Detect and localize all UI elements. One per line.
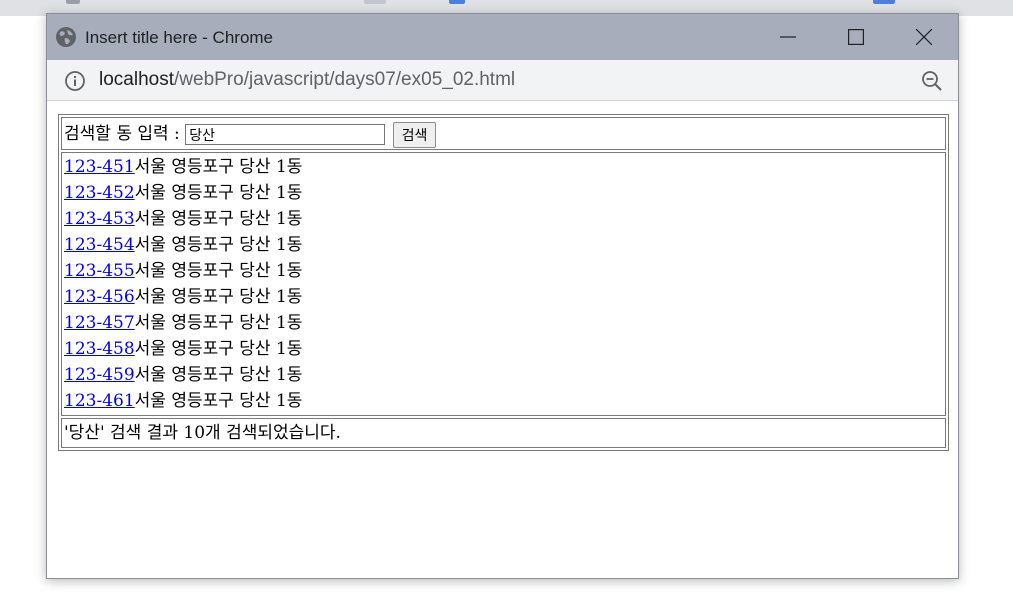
address-bar[interactable]: localhost/webPro/javascript/days07/ex05_… [47, 60, 958, 101]
taskbar-edge [364, 0, 386, 4]
search-cell: 검색할 동 입력 : 검색 [61, 117, 946, 150]
title-bar[interactable]: Insert title here - Chrome [47, 14, 958, 60]
result-row: 123-454서울 영등포구 당산 1동 [64, 232, 943, 258]
zipcode-link[interactable]: 123-455 [64, 261, 135, 281]
close-icon [916, 29, 932, 45]
address-text: 서울 영등포구 당산 1동 [134, 364, 303, 385]
result-row: 123-453서울 영등포구 당산 1동 [64, 206, 943, 232]
results-list: 123-451서울 영등포구 당산 1동 123-452서울 영등포구 당산 1동… [64, 154, 943, 414]
result-status: '당산' 검색 결과 10개 검색되었습니다. [61, 417, 946, 448]
zipcode-link[interactable]: 123-451 [64, 157, 135, 177]
taskbar-edge [66, 0, 80, 4]
address-text: 서울 영등포구 당산 1동 [134, 312, 303, 333]
zipcode-link[interactable]: 123-458 [64, 339, 135, 359]
result-row: 123-461서울 영등포구 당산 1동 [64, 388, 943, 414]
result-row: 123-456서울 영등포구 당산 1동 [64, 284, 943, 310]
address-text: 서울 영등포구 당산 1동 [134, 208, 303, 229]
url-path: /webPro/javascript/days07/ex05_02.html [174, 69, 516, 90]
window-title: Insert title here - Chrome [85, 28, 274, 47]
zipcode-link[interactable]: 123-452 [64, 183, 135, 203]
result-row: 123-457서울 영등포구 당산 1동 [64, 310, 943, 336]
search-button[interactable]: 검색 [392, 121, 437, 148]
address-text: 서울 영등포구 당산 1동 [134, 338, 303, 359]
result-row: 123-459서울 영등포구 당산 1동 [64, 362, 943, 388]
taskbar-edge [873, 0, 895, 4]
zipcode-link[interactable]: 123-457 [64, 313, 135, 333]
url-text[interactable]: localhost/webPro/javascript/days07/ex05_… [99, 69, 515, 91]
result-row: 123-458서울 영등포구 당산 1동 [64, 336, 943, 362]
zipcode-link[interactable]: 123-454 [64, 235, 135, 255]
search-input[interactable] [185, 124, 386, 145]
globe-icon [56, 27, 76, 47]
result-row: 123-451서울 영등포구 당산 1동 [64, 154, 943, 180]
result-row: 123-455서울 영등포구 당산 1동 [64, 258, 943, 284]
zipcode-link[interactable]: 123-456 [64, 287, 135, 307]
address-text: 서울 영등포구 당산 1동 [134, 234, 303, 255]
taskbar-edge [449, 0, 465, 4]
minimize-icon [780, 36, 796, 38]
maximize-button[interactable] [826, 14, 886, 60]
zoom-out-icon[interactable] [920, 69, 944, 93]
address-text: 서울 영등포구 당산 1동 [134, 286, 303, 307]
zipcode-link[interactable]: 123-459 [64, 365, 135, 385]
info-icon[interactable] [64, 70, 86, 92]
page-content: 검색할 동 입력 : 검색 123-451서울 영등포구 당산 1동123-45… [47, 101, 958, 578]
address-text: 서울 영등포구 당산 1동 [134, 390, 303, 411]
url-host: localhost [99, 69, 174, 90]
close-button[interactable] [894, 14, 954, 60]
search-label: 검색할 동 입력 : [64, 124, 180, 144]
address-text: 서울 영등포구 당산 1동 [134, 182, 303, 203]
address-text: 서울 영등포구 당산 1동 [134, 260, 303, 281]
maximize-icon [848, 29, 864, 45]
results-cell: 123-451서울 영등포구 당산 1동 123-452서울 영등포구 당산 1동… [61, 151, 946, 416]
zipcode-link[interactable]: 123-453 [64, 209, 135, 229]
zipcode-table: 검색할 동 입력 : 검색 123-451서울 영등포구 당산 1동123-45… [58, 114, 949, 451]
browser-window: Insert title here - Chrome localhost/web… [46, 13, 959, 579]
minimize-button[interactable] [758, 14, 818, 60]
zipcode-link[interactable]: 123-461 [64, 391, 135, 411]
result-row: 123-452서울 영등포구 당산 1동 [64, 180, 943, 206]
address-text: 서울 영등포구 당산 1동 [134, 156, 303, 177]
